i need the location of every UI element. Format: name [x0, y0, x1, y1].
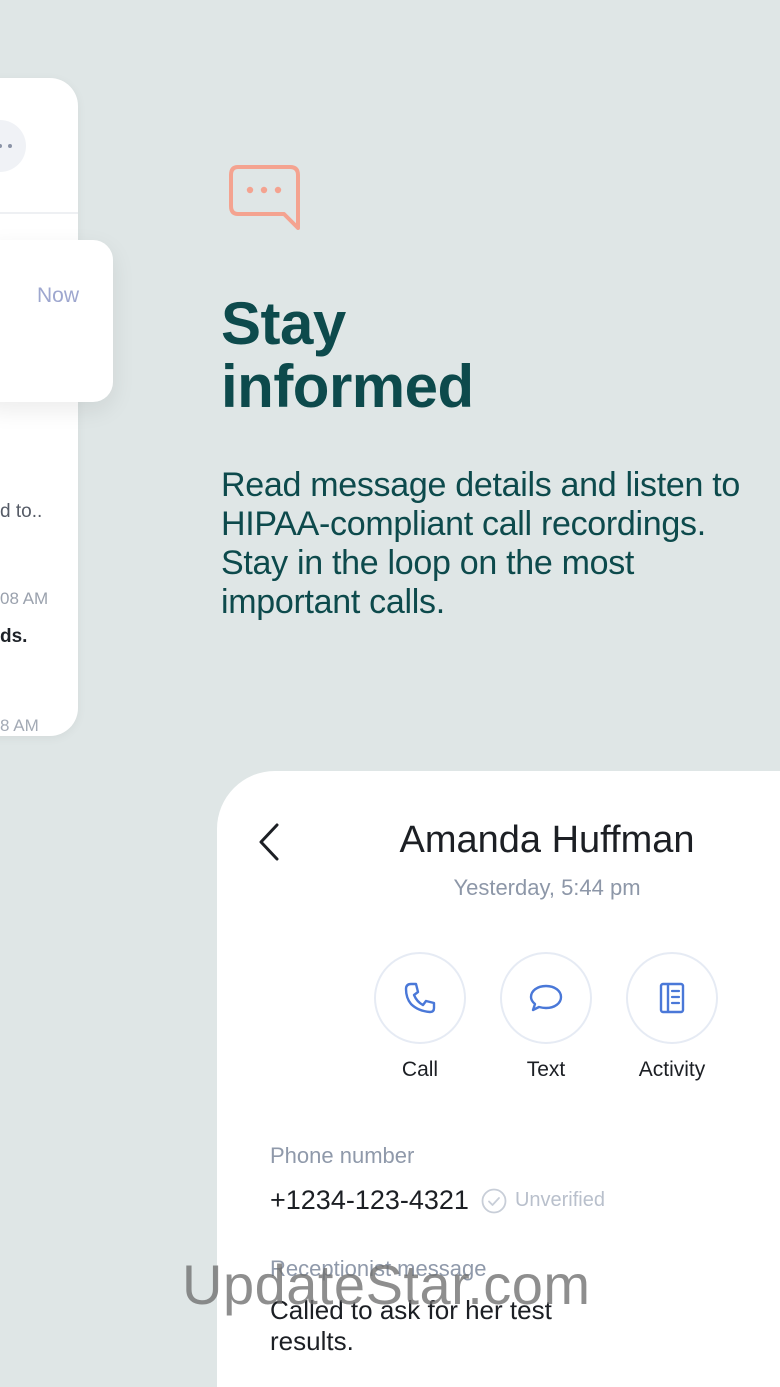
list-item-preview[interactable]: d to..: [0, 501, 42, 523]
contact-timestamp: Yesterday, 5:44 pm: [453, 875, 641, 900]
notebook-icon: [659, 982, 685, 1014]
check-circle-icon: [481, 1188, 507, 1213]
screen: d to.. 08 AM ds. 8 AM Now Stay informed …: [0, 0, 780, 1387]
list-item-time: 8 AM: [0, 716, 39, 735]
activity-label: Activity: [638, 1058, 706, 1081]
phone-icon: [404, 982, 436, 1014]
text-button-circle[interactable]: [500, 952, 592, 1044]
call-label: Call: [401, 1058, 439, 1081]
message-list-card: d to.. 08 AM ds. 8 AM: [0, 78, 78, 736]
watermark: UpdateStar.com: [182, 1253, 591, 1316]
phone-number-label: Phone number: [270, 1143, 415, 1168]
call-button-circle[interactable]: [374, 952, 466, 1044]
phone-number-row: +1234-123-4321 Unverified: [270, 1185, 605, 1216]
text-button[interactable]: Text: [500, 952, 592, 1082]
contact-name: Amanda Huffman: [399, 819, 695, 861]
more-options-button[interactable]: [0, 120, 26, 172]
verification-status: Unverified: [514, 1189, 605, 1211]
chat-bubble-icon: [229, 165, 300, 230]
message-icon: [529, 984, 563, 1012]
title-line-2: informed: [221, 353, 474, 420]
page-title: Stay informed: [221, 292, 474, 418]
activity-button[interactable]: Activity: [626, 952, 718, 1082]
call-button[interactable]: Call: [374, 952, 466, 1082]
page-subtitle: Read message details and listen to HIPAA…: [221, 466, 741, 621]
dot-icon: [0, 144, 2, 148]
notification-time: Now: [36, 284, 79, 307]
notification-card[interactable]: Now: [0, 240, 113, 402]
dot-icon: [8, 144, 12, 148]
list-item-time: 08 AM: [0, 589, 49, 608]
text-label: Text: [526, 1058, 566, 1081]
list-item-title[interactable]: ds.: [0, 626, 27, 648]
phone-number-value[interactable]: +1234-123-4321: [270, 1185, 469, 1216]
back-arrow-icon[interactable]: [255, 821, 283, 863]
divider: [0, 212, 78, 214]
activity-button-circle[interactable]: [626, 952, 718, 1044]
title-line-1: Stay: [221, 290, 346, 357]
